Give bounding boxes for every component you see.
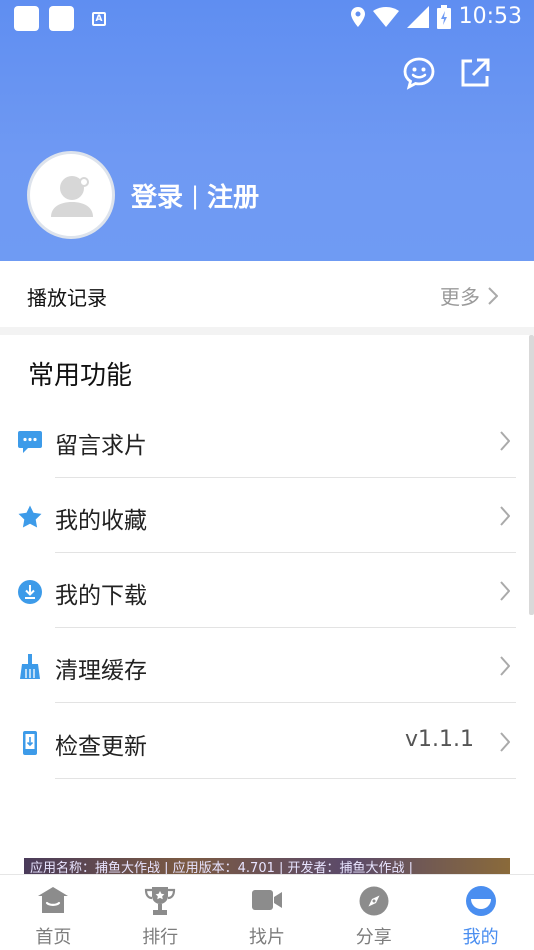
download-icon: [18, 580, 42, 604]
play-history-row[interactable]: 播放记录 更多: [0, 261, 534, 327]
tab-label: 首页: [35, 927, 72, 948]
divider: [55, 702, 516, 703]
menu-item-request-movie[interactable]: 留言求片: [0, 403, 534, 478]
tab-label: 我的: [462, 927, 499, 948]
menu-item-clear-cache[interactable]: 清理缓存: [0, 628, 534, 703]
menu-item-check-update[interactable]: 检查更新 v1.1.1: [0, 704, 534, 779]
tab-label: 找片: [248, 927, 285, 948]
chevron-right-icon: [500, 431, 510, 451]
menu-label: 检查更新: [55, 734, 147, 760]
tab-mine[interactable]: 我的: [427, 875, 534, 950]
tab-ranking[interactable]: 排行: [107, 875, 214, 950]
update-icon: [23, 731, 37, 755]
play-history-title: 播放记录: [27, 286, 107, 310]
tab-label: 排行: [142, 927, 179, 948]
compass-icon: [359, 886, 389, 916]
keyboard-icon: A: [92, 11, 106, 26]
login-separator: |: [191, 181, 200, 210]
status-bar: A 10:53: [0, 0, 534, 36]
chevron-right-icon: [488, 286, 498, 305]
user-placeholder-icon: [51, 176, 93, 217]
register-link[interactable]: 注册: [207, 177, 259, 214]
tab-share[interactable]: 分享: [320, 875, 427, 950]
notification-icon: [49, 6, 74, 31]
bottom-tab-bar: 首页 排行 找片 分享 我的: [0, 874, 534, 950]
message-icon: [18, 431, 42, 453]
app-version: v1.1.1: [405, 727, 474, 752]
broom-icon: [20, 654, 40, 679]
signal-icon: [406, 5, 429, 28]
chevron-right-icon: [500, 656, 510, 676]
trophy-icon: [145, 887, 176, 915]
login-link[interactable]: 登录: [131, 177, 183, 214]
location-icon: [350, 6, 365, 27]
tab-home[interactable]: 首页: [0, 875, 107, 950]
share-out-icon[interactable]: [458, 56, 492, 90]
menu-label: 清理缓存: [55, 658, 147, 684]
scrollbar[interactable]: [529, 335, 534, 615]
chat-icon[interactable]: [402, 56, 436, 90]
video-camera-icon: [251, 890, 282, 910]
notification-icon: [14, 6, 39, 31]
tab-find-movie[interactable]: 找片: [214, 875, 321, 950]
chevron-right-icon: [500, 732, 510, 752]
menu-item-downloads[interactable]: 我的下载: [0, 553, 534, 628]
menu-label: 我的下载: [55, 583, 147, 609]
divider: [55, 778, 516, 779]
avatar[interactable]: [27, 151, 115, 239]
wifi-icon: [372, 6, 399, 27]
more-link[interactable]: 更多: [440, 281, 498, 310]
battery-icon: [436, 4, 451, 29]
chevron-right-icon: [500, 506, 510, 526]
clock: 10:53: [458, 4, 522, 29]
divider: [0, 327, 534, 335]
tab-label: 分享: [355, 927, 392, 948]
section-title: 常用功能: [28, 361, 133, 391]
profile-header: A 10:53 登录 | 注册: [0, 0, 534, 261]
more-label: 更多: [440, 285, 480, 309]
login-register: 登录 | 注册: [131, 177, 259, 214]
home-icon: [38, 887, 69, 913]
profile-icon: [465, 886, 496, 916]
menu-label: 我的收藏: [55, 508, 147, 534]
menu-label: 留言求片: [55, 433, 147, 459]
star-icon: [18, 505, 42, 528]
menu-item-favorites[interactable]: 我的收藏: [0, 478, 534, 553]
chevron-right-icon: [500, 581, 510, 601]
